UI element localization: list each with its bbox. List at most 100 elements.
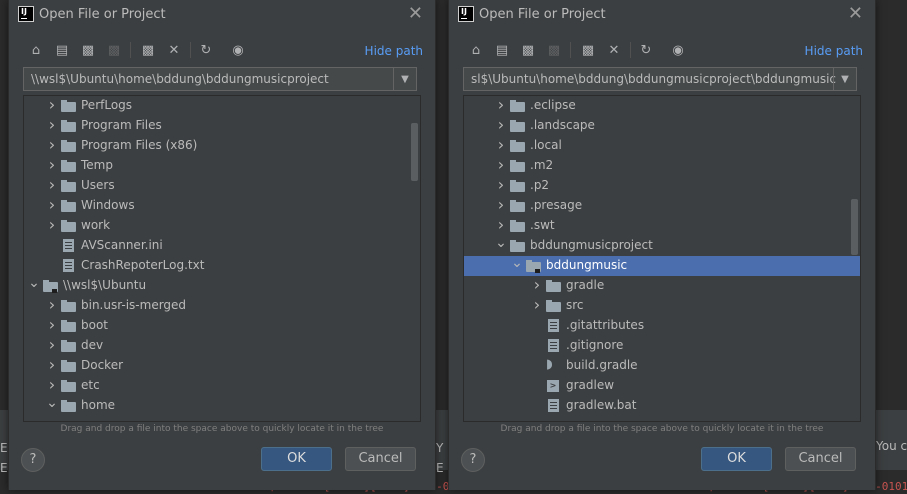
chevron-right-icon[interactable]: › xyxy=(46,157,58,173)
chevron-right-icon[interactable]: › xyxy=(495,137,507,153)
chevron-down-icon[interactable]: ▼ xyxy=(393,68,416,90)
tree-item-label: boot xyxy=(81,318,109,332)
new-folder-icon[interactable]: ▩ xyxy=(578,40,598,60)
delete-icon[interactable]: ✕ xyxy=(604,40,624,60)
folder-icon xyxy=(61,159,77,173)
home-icon[interactable]: ⌂ xyxy=(26,40,46,60)
tree-row[interactable]: AVScanner.ini xyxy=(24,236,420,256)
tree-row[interactable]: › .swt xyxy=(464,216,860,236)
tree-row[interactable]: ◗ build.gradle xyxy=(464,356,860,376)
tree-row[interactable]: › boot xyxy=(24,316,420,336)
file-tree[interactable]: › PerfLogs › Program Files › Program Files (x… xyxy=(23,95,421,422)
chevron-right-icon[interactable]: › xyxy=(46,197,58,213)
cancel-button[interactable]: Cancel xyxy=(345,447,416,471)
chevron-right-icon[interactable]: › xyxy=(46,317,58,333)
desktop-icon[interactable]: ▤ xyxy=(492,40,512,60)
chevron-right-icon[interactable]: › xyxy=(46,177,58,193)
chevron-right-icon[interactable]: › xyxy=(531,277,543,293)
tree-row[interactable]: › Program Files xyxy=(24,116,420,136)
tree-row[interactable]: ⌄ bddungmusicproject xyxy=(464,236,860,256)
gradle-icon: ◗ xyxy=(546,357,553,372)
chevron-right-icon[interactable]: › xyxy=(46,297,58,313)
terminal-script-icon: > xyxy=(546,379,562,393)
tree-row[interactable]: › .eclipse xyxy=(464,96,860,116)
tree-row[interactable]: › dev xyxy=(24,336,420,356)
chevron-down-icon[interactable]: ⌄ xyxy=(511,256,523,273)
chevron-right-icon[interactable]: › xyxy=(46,377,58,393)
tree-row[interactable]: ⌄ bddungmusic xyxy=(464,256,860,276)
chevron-right-icon[interactable]: › xyxy=(46,117,58,133)
chevron-down-icon[interactable]: ⌄ xyxy=(495,236,507,253)
chevron-right-icon[interactable]: › xyxy=(495,97,507,113)
tree-scrollbar[interactable] xyxy=(851,199,858,255)
tree-row[interactable]: › Windows xyxy=(24,196,420,216)
refresh-icon[interactable]: ↻ xyxy=(636,40,656,60)
help-button[interactable]: ? xyxy=(21,448,45,472)
delete-icon[interactable]: ✕ xyxy=(164,40,184,60)
module-folder-icon[interactable]: ▩ xyxy=(544,40,564,60)
hide-path-link[interactable]: Hide path xyxy=(365,44,423,58)
tree-row[interactable]: gradlew.bat xyxy=(464,396,860,416)
tree-row[interactable]: › Docker xyxy=(24,356,420,376)
hide-path-link[interactable]: Hide path xyxy=(805,44,863,58)
chevron-right-icon[interactable]: › xyxy=(46,137,58,153)
tree-row[interactable]: › gradle xyxy=(464,276,860,296)
project-folder-icon[interactable]: ▩ xyxy=(518,40,538,60)
help-button[interactable]: ? xyxy=(461,448,485,472)
tree-row[interactable]: › .landscape xyxy=(464,116,860,136)
ok-button[interactable]: OK xyxy=(701,447,772,471)
close-icon[interactable]: ✕ xyxy=(408,3,423,24)
tree-row[interactable]: › etc xyxy=(24,376,420,396)
tree-item-label: Docker xyxy=(81,358,124,372)
chevron-right-icon[interactable]: › xyxy=(46,337,58,353)
project-folder-icon[interactable]: ▩ xyxy=(78,40,98,60)
tree-row[interactable]: .gitattributes xyxy=(464,316,860,336)
tree-row[interactable]: › Temp xyxy=(24,156,420,176)
close-icon[interactable]: ✕ xyxy=(848,3,863,24)
show-hidden-icon[interactable]: ◉ xyxy=(228,40,248,60)
chevron-right-icon[interactable]: › xyxy=(495,157,507,173)
tree-row[interactable]: ⌄ \\wsl$\Ubuntu xyxy=(24,276,420,296)
tree-row[interactable]: CrashRepoterLog.txt xyxy=(24,256,420,276)
tree-row[interactable]: ⌄ home xyxy=(24,396,420,416)
refresh-icon[interactable]: ↻ xyxy=(196,40,216,60)
home-icon[interactable]: ⌂ xyxy=(466,40,486,60)
show-hidden-icon[interactable]: ◉ xyxy=(668,40,688,60)
new-folder-icon[interactable]: ▩ xyxy=(138,40,158,60)
tree-row[interactable]: .gitignore xyxy=(464,336,860,356)
chevron-right-icon[interactable]: › xyxy=(495,117,507,133)
chevron-right-icon[interactable]: › xyxy=(46,97,58,113)
file-icon xyxy=(61,239,77,253)
tree-row[interactable]: › Program Files (x86) xyxy=(24,136,420,156)
chevron-right-icon[interactable]: › xyxy=(531,297,543,313)
path-input[interactable]: \\wsl$\Ubuntu\home\bddung\bddungmusicpro… xyxy=(23,67,417,91)
tree-row[interactable]: > gradlew xyxy=(464,376,860,396)
tree-row[interactable]: › src xyxy=(464,296,860,316)
chevron-right-icon[interactable]: › xyxy=(495,217,507,233)
tree-row[interactable]: › PerfLogs xyxy=(24,96,420,116)
chevron-down-icon[interactable]: ⌄ xyxy=(28,276,40,293)
chevron-right-icon[interactable]: › xyxy=(46,357,58,373)
tree-row[interactable]: › .p2 xyxy=(464,176,860,196)
tree-item-label: .swt xyxy=(530,218,555,232)
file-tree[interactable]: › .eclipse › .landscape › .local › .m2 › .p2 › .pre… xyxy=(463,95,861,422)
tree-row[interactable]: › bin.usr-is-merged xyxy=(24,296,420,316)
chevron-right-icon[interactable]: › xyxy=(495,177,507,193)
chevron-down-icon[interactable]: ▼ xyxy=(833,68,856,90)
tree-row[interactable]: › Users xyxy=(24,176,420,196)
module-folder-icon[interactable]: ▩ xyxy=(104,40,124,60)
chevron-down-icon[interactable]: ⌄ xyxy=(46,396,58,413)
chevron-right-icon[interactable]: › xyxy=(495,197,507,213)
ok-button[interactable]: OK xyxy=(261,447,332,471)
chevron-right-icon[interactable]: › xyxy=(46,217,58,233)
tree-row[interactable]: › .local xyxy=(464,136,860,156)
desktop-icon[interactable]: ▤ xyxy=(52,40,72,60)
tree-scrollbar[interactable] xyxy=(411,123,418,181)
tree-row[interactable]: › work xyxy=(24,216,420,236)
tree-item-label: .presage xyxy=(530,198,583,212)
tree-item-label: \\wsl$\Ubuntu xyxy=(63,278,147,292)
cancel-button[interactable]: Cancel xyxy=(785,447,856,471)
path-input[interactable]: sl$\Ubuntu\home\bddung\bddungmusicprojec… xyxy=(463,67,857,91)
tree-row[interactable]: › .presage xyxy=(464,196,860,216)
tree-row[interactable]: › .m2 xyxy=(464,156,860,176)
